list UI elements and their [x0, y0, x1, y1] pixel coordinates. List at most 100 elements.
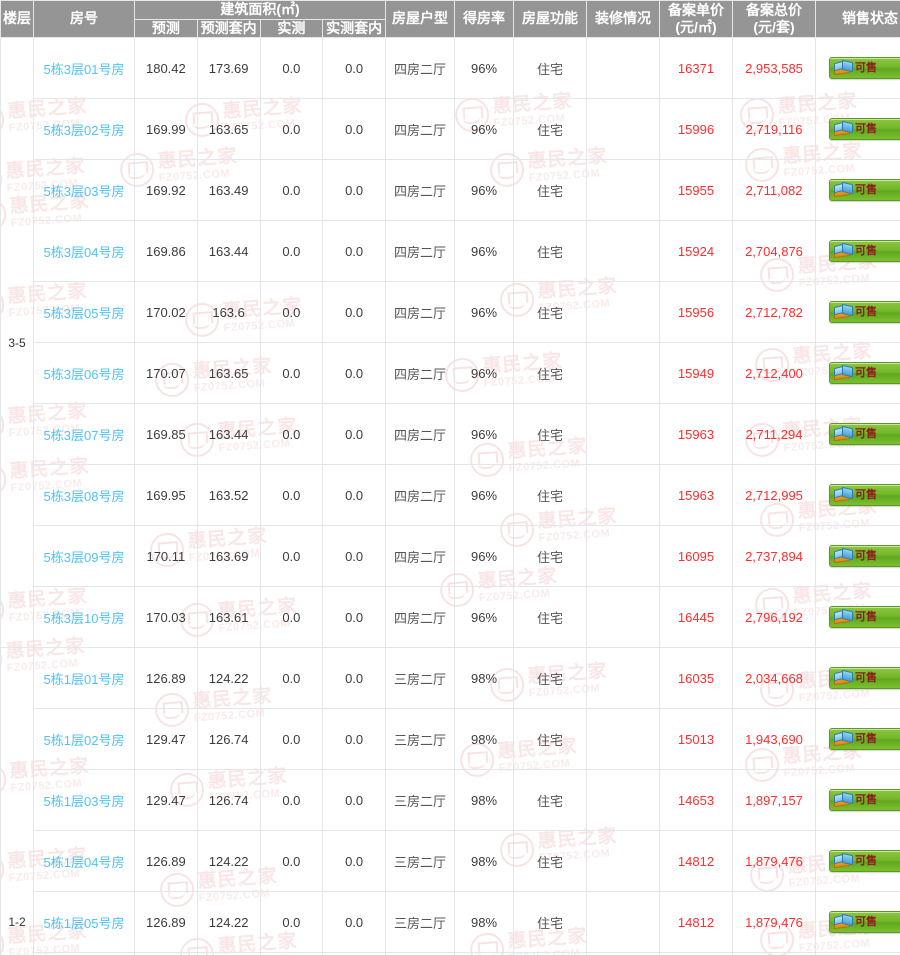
- room-number-link[interactable]: 5栋3层03号房: [44, 184, 125, 199]
- area-predicted-inner-cell: 163.61: [196, 586, 261, 648]
- house-type-cell: 四房二厅: [385, 98, 455, 160]
- sale-status-button[interactable]: 可售: [829, 484, 900, 506]
- room-number-link[interactable]: 5栋1层03号房: [44, 794, 125, 809]
- package-box-icon: [834, 364, 853, 381]
- room-number-cell[interactable]: 5栋3层09号房: [33, 525, 135, 587]
- sale-status-button[interactable]: 可售: [829, 57, 900, 79]
- room-number-link[interactable]: 5栋1层02号房: [44, 733, 125, 748]
- usable-rate-cell: 96%: [454, 159, 514, 221]
- table-row: 5栋3层10号房 170.03 163.61 0.0 0.0 四房二厅 96% 住宅 16445…: [1, 586, 900, 648]
- total-price-cell: 2,711,294: [732, 403, 816, 465]
- unit-price-cell: 15955: [659, 159, 733, 221]
- total-price-cell: 2,712,782: [732, 281, 816, 343]
- room-number-cell[interactable]: 5栋3层07号房: [33, 403, 135, 465]
- area-measured-cell: 0.0: [259, 342, 324, 404]
- area-measured-inner-cell: 0.0: [322, 891, 386, 953]
- room-number-link[interactable]: 5栋1层04号房: [44, 855, 125, 870]
- usable-rate-cell: 96%: [454, 525, 514, 587]
- room-number-link[interactable]: 5栋1层01号房: [44, 672, 125, 687]
- room-number-link[interactable]: 5栋1层05号房: [44, 916, 125, 931]
- table-body: 3-5 5栋3层01号房 180.42 173.69 0.0 0.0 四房二厅 96% 住宅 16…: [0, 37, 900, 955]
- room-number-link[interactable]: 5栋3层02号房: [44, 123, 125, 138]
- sale-status-button[interactable]: 可售: [829, 667, 900, 689]
- header-row-top: 楼层 房号 建筑面积(㎡) 房屋户型 得房率 房屋功能 装修情况 备案单价 (元…: [0, 0, 900, 38]
- package-box-icon: [834, 59, 853, 76]
- room-number-link[interactable]: 5栋3层07号房: [44, 428, 125, 443]
- table-row: 5栋1层02号房 129.47 126.74 0.0 0.0 三房二厅 98% 住宅 15013…: [1, 708, 900, 770]
- sale-status-button[interactable]: 可售: [829, 301, 900, 323]
- room-number-link[interactable]: 5栋3层05号房: [44, 306, 125, 321]
- unit-price-cell: 16445: [659, 586, 733, 648]
- floor-group-label: 3-5: [0, 37, 34, 648]
- sale-status-button[interactable]: 可售: [829, 606, 900, 628]
- sale-status-cell: 可售: [815, 220, 900, 282]
- package-box-icon: [834, 913, 853, 930]
- area-measured-inner-cell: 0.0: [322, 159, 386, 221]
- sale-status-cell: 可售: [815, 647, 900, 709]
- decoration-cell: [586, 586, 660, 648]
- total-price-cell: 1,897,157: [732, 769, 816, 831]
- house-function-cell: 住宅: [513, 891, 587, 953]
- room-number-cell[interactable]: 5栋3层06号房: [33, 342, 135, 404]
- sale-status-button[interactable]: 可售: [829, 179, 900, 201]
- sale-status-button[interactable]: 可售: [829, 362, 900, 384]
- room-number-cell[interactable]: 5栋1层01号房: [33, 647, 135, 709]
- usable-rate-cell: 96%: [454, 586, 514, 648]
- sale-status-button[interactable]: 可售: [829, 118, 900, 140]
- room-number-cell[interactable]: 5栋1层03号房: [33, 769, 135, 831]
- room-number-link[interactable]: 5栋3层04号房: [44, 245, 125, 260]
- usable-rate-cell: 96%: [454, 220, 514, 282]
- room-number-cell[interactable]: 5栋3层10号房: [33, 586, 135, 648]
- room-number-cell[interactable]: 5栋3层04号房: [33, 220, 135, 282]
- sale-status-label: 可售: [855, 488, 877, 501]
- usable-rate-cell: 96%: [454, 37, 514, 99]
- house-function-cell: 住宅: [513, 586, 587, 648]
- area-measured-inner-cell: 0.0: [322, 769, 386, 831]
- total-price-cell: 1,879,476: [732, 830, 816, 892]
- room-number-cell[interactable]: 5栋1层04号房: [33, 830, 135, 892]
- unit-price-line-2: (元/㎡): [675, 19, 717, 35]
- sale-status-button[interactable]: 可售: [829, 911, 900, 933]
- room-number-cell[interactable]: 5栋3层05号房: [33, 281, 135, 343]
- room-number-link[interactable]: 5栋3层10号房: [44, 611, 125, 626]
- unit-price-cell: 14812: [659, 830, 733, 892]
- room-number-link[interactable]: 5栋3层08号房: [44, 489, 125, 504]
- room-number-cell[interactable]: 5栋1层02号房: [33, 708, 135, 770]
- sale-status-label: 可售: [855, 244, 877, 257]
- room-number-cell[interactable]: 5栋3层03号房: [33, 159, 135, 221]
- package-box-icon: [834, 181, 853, 198]
- decoration-cell: [586, 342, 660, 404]
- room-number-link[interactable]: 5栋3层09号房: [44, 550, 125, 565]
- decoration-cell: [586, 220, 660, 282]
- area-predicted-inner-cell: 126.74: [196, 769, 261, 831]
- decoration-cell: [586, 891, 660, 953]
- area-measured-inner-cell: 0.0: [322, 98, 386, 160]
- sale-status-button[interactable]: 可售: [829, 423, 900, 445]
- usable-rate-cell: 96%: [454, 342, 514, 404]
- house-type-cell: 三房二厅: [385, 891, 455, 953]
- column-header-house-type: 房屋户型: [385, 0, 455, 38]
- column-header-house-function: 房屋功能: [513, 0, 587, 38]
- house-function-cell: 住宅: [513, 342, 587, 404]
- sale-status-button[interactable]: 可售: [829, 728, 900, 750]
- room-number-link[interactable]: 5栋3层01号房: [44, 62, 125, 77]
- room-number-cell[interactable]: 5栋3层01号房: [33, 37, 135, 99]
- room-number-cell[interactable]: 5栋3层02号房: [33, 98, 135, 160]
- package-box-icon: [834, 120, 853, 137]
- sale-status-button[interactable]: 可售: [829, 850, 900, 872]
- room-number-cell[interactable]: 5栋1层05号房: [33, 891, 135, 953]
- sale-status-button[interactable]: 可售: [829, 240, 900, 262]
- usable-rate-cell: 96%: [454, 98, 514, 160]
- sale-status-cell: 可售: [815, 98, 900, 160]
- table-row: 3-5 5栋3层01号房 180.42 173.69 0.0 0.0 四房二厅 96% 住宅 16…: [0, 37, 900, 648]
- house-type-cell: 三房二厅: [385, 647, 455, 709]
- unit-price-cell: 16035: [659, 647, 733, 709]
- room-number-cell[interactable]: 5栋3层08号房: [33, 464, 135, 526]
- area-predicted-cell: 170.07: [134, 342, 198, 404]
- usable-rate-cell: 96%: [454, 464, 514, 526]
- house-type-cell: 四房二厅: [385, 220, 455, 282]
- sale-status-button[interactable]: 可售: [829, 545, 900, 567]
- room-number-link[interactable]: 5栋3层06号房: [44, 367, 125, 382]
- sale-status-button[interactable]: 可售: [829, 789, 900, 811]
- house-function-cell: 住宅: [513, 403, 587, 465]
